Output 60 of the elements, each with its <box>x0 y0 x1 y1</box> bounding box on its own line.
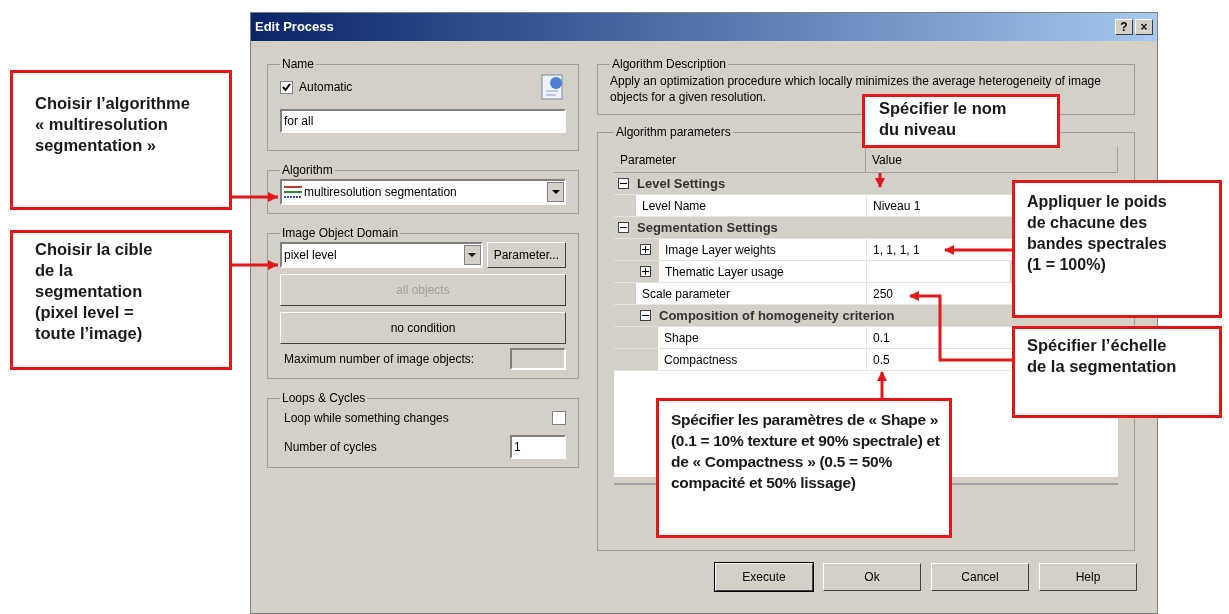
callout-box: Choisir l’algorithme « multiresolution segmentation » <box>10 70 232 210</box>
expand-icon[interactable] <box>640 244 651 255</box>
parameter-name: Level Name <box>642 197 707 215</box>
group-name: Segmentation Settings <box>637 218 778 237</box>
dialog-button[interactable]: Help <box>1039 563 1137 591</box>
parameter-value[interactable]: 0.5 <box>873 350 890 369</box>
group-name: Level Settings <box>637 174 726 193</box>
group-label: Image Object Domain <box>281 225 400 242</box>
parameter-value[interactable]: 250 <box>873 284 894 303</box>
group-label: Algorithm Description <box>611 56 728 73</box>
dropdown-value: multiresolution segmentation <box>304 184 458 201</box>
name-field[interactable]: for all <box>280 109 566 133</box>
collapse-icon[interactable] <box>618 222 629 233</box>
leader-arrow <box>232 260 278 270</box>
algorithm-icon <box>282 184 304 200</box>
dialog-button[interactable]: Execute <box>715 563 813 591</box>
group-label: Algorithm <box>281 162 334 179</box>
callout-box: Choisir la cible de la segmentation (pixel level = toute l’image) <box>10 230 232 370</box>
max-objects-field[interactable] <box>510 348 566 370</box>
condition-button[interactable]: no condition <box>280 312 566 344</box>
window-title: Edit Process <box>255 18 334 37</box>
title-bar-button[interactable]: × <box>1135 19 1153 35</box>
collapse-icon[interactable] <box>618 178 629 189</box>
field-label: Number of cycles <box>284 439 377 456</box>
checkbox[interactable] <box>552 411 566 425</box>
leader-arrow <box>232 192 278 202</box>
checkbox-label: Loop while something changes <box>284 410 449 427</box>
checkbox[interactable] <box>280 80 293 94</box>
group-label: Loops & Cycles <box>281 390 367 407</box>
parameter-name: Scale parameter <box>642 285 731 303</box>
title-bar-button[interactable]: ? <box>1115 19 1133 35</box>
checkbox-label: Automatic <box>299 79 353 96</box>
parameter-button[interactable]: Parameter... <box>486 242 566 268</box>
dialog-button[interactable]: Ok <box>823 563 921 591</box>
dropdown-value: pixel level <box>284 247 338 264</box>
cycles-field[interactable]: 1 <box>510 435 566 459</box>
domain-dropdown[interactable]: pixel level <box>280 242 483 268</box>
parameter-name: Compactness <box>664 351 738 369</box>
callout-box: Spécifier l’échelle de la segmentation <box>1012 326 1222 418</box>
parameter-value[interactable]: 0.1 <box>873 328 890 347</box>
group-label: Name <box>281 56 315 73</box>
leader-arrow <box>875 173 885 188</box>
dialog-button[interactable]: Cancel <box>931 563 1029 591</box>
group-label: Algorithm parameters <box>615 124 732 141</box>
callout-box: Spécifier les paramètres de « Shape » (0.1 = 10% texture et 90% spectrale) et de « Compactness » (0.5 = 50% compacité et 50% lissage) <box>656 398 952 538</box>
parameter-name: Image Layer weights <box>665 241 776 259</box>
group-name: Composition of homogeneity criterion <box>659 306 895 325</box>
algorithm-dropdown[interactable]: multiresolution segmentation <box>280 179 566 205</box>
callout-box: Spécifier le nom du niveau <box>862 94 1060 148</box>
callout-box: Appliquer le poids de chacune des bandes spectrales (1 = 100%) <box>1012 180 1222 318</box>
parameter-value[interactable]: 1, 1, 1, 1 <box>873 240 920 259</box>
leader-arrow <box>877 371 887 398</box>
parameter-name: Thematic Layer usage <box>665 263 784 281</box>
document-icon[interactable] <box>540 73 566 101</box>
expand-icon[interactable] <box>640 266 651 277</box>
field-label: Maximum number of image objects: <box>284 351 475 368</box>
leader-arrow <box>944 245 1012 255</box>
parameter-value[interactable]: Niveau 1 <box>873 196 921 215</box>
parameter-name: Shape <box>664 329 699 347</box>
collapse-icon[interactable] <box>640 310 651 321</box>
